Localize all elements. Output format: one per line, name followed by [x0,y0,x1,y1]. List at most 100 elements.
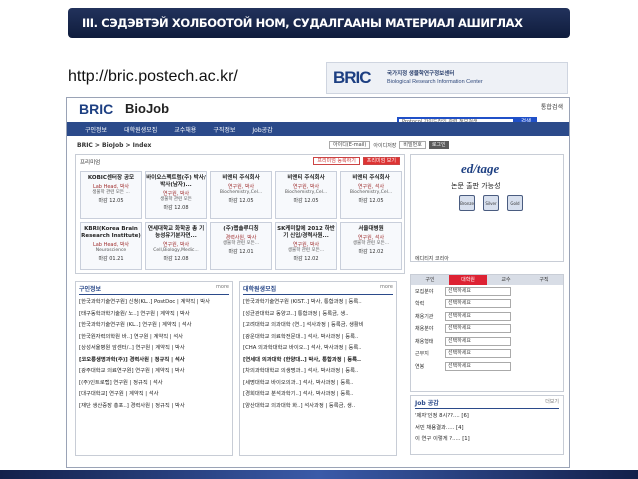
card-desc: 생물학 관련 모든... [287,248,325,253]
tab-grad[interactable]: 대학원 [449,275,487,285]
site-brand[interactable]: BRIC [79,101,113,117]
tab-seek[interactable]: 구직 [525,275,563,285]
list-item[interactable]: [광주대학교 의료연구원] 연구원 | 계약직 | 박사 [79,366,229,378]
slide-footer-bar [0,470,638,479]
card-title: 비앤티 주식회사 [222,175,260,181]
filter-row: 연봉 선택하세요 [411,360,563,373]
nav-item[interactable]: Job공감 [252,125,272,134]
banner-title: III. СЭДЭВТЭЙ ХОЛБООТОЙ НОМ, СУДАЛГААНЫ … [82,16,523,30]
save-id-checkbox[interactable]: 아이디저장 [373,142,396,149]
filter-select[interactable]: 선택하세요 [445,336,511,346]
filter-select[interactable]: 선택하세요 [445,311,511,321]
nav-item[interactable]: 교수채용 [174,125,196,134]
login-button[interactable]: 로그인 [428,141,449,149]
list-item[interactable]: [경희대학교 분석과학기..] 석사, 박사과정 | 등록.. [243,389,393,401]
card-deadline: 마감 12.08 [163,205,189,211]
filter-row: 모집분야 선택하세요 [411,285,563,298]
list-item[interactable]: [CHA 의과학대학교 바이오..] 석사, 박사과정 | 등록.. [243,343,393,355]
register-premium-button[interactable]: 프리미엄 등록하기 [313,157,360,165]
job-card[interactable]: KBRI(Korea Brain Research Institute) Lab … [80,222,142,270]
filter-row: 채용기관 선택하세요 [411,310,563,323]
edtage-tagline: 논문 출판 가능성 [451,182,501,190]
filter-label: 모집분야 [415,288,434,295]
job-card[interactable]: SK케미칼에 2012 하반기 신입/경력사원... 연구원, 박사 생물학 관련 … [275,222,337,270]
list-item[interactable]: [한국과학기술연구원] 신청(KL..] PostDoc | 계약직 | 박사 [79,297,229,309]
card-title: 비앤티 주식회사 [352,175,390,181]
list-title[interactable]: 구인정보 [79,284,101,293]
card-desc: Biochemistry,Cel... [284,190,328,195]
panel-title: 프리미엄 [80,160,101,166]
list-item[interactable]: [한국과학기술연구원 (KL..] 연구원 | 계약직 | 석사 [79,320,229,332]
card-desc: 생물학 관련 모든... [222,241,260,246]
view-premium-button[interactable]: 프리미엄 보기 [362,157,400,165]
logo-mark: BRIC [333,68,372,87]
card-title: 비앤티 주식회사 [287,175,325,181]
job-card[interactable]: 비앤티 주식회사 연구원, 석사 Biochemistry,Cel... 마감 12.… [340,171,402,219]
job-card[interactable]: 연세대학교 화학공 총 기능성유기분자연... 연구원, 박사 Cell,Biolo… [145,222,207,270]
list-item[interactable]: [(주)인트로랩] 연구원 | 정규직 | 석사 [79,378,229,390]
nav-item[interactable]: 구인정보 [85,125,107,134]
password-field[interactable]: 비밀번호 [399,141,426,149]
nav-item[interactable]: 대학원생모집 [124,125,157,134]
list-item[interactable]: [한국원자력의학원 바..] 연구원 | 계약직 | 석사 [79,332,229,344]
tab-prof[interactable]: 교수 [487,275,525,285]
website-screenshot: BRIC BioJob 통합검색 Protocol 가이드라인 관련 정보검색 … [66,97,570,468]
job-card[interactable]: 바이오스펙트럼(주) 박사/박사(남자)... 연구원, 박사 생물학 관련 모든 마… [145,171,207,219]
list-item[interactable]: [차의과학대학교 의생명과..] 석사, 박사과정 | 등록.. [243,366,393,378]
card-deadline: 마감 01.21 [98,256,124,262]
job-card[interactable]: 비앤티 주식회사 연구원, 박사 Biochemistry,Cel... 마감 12.… [275,171,337,219]
logo-text: 국가지정 생물학연구정보센터 Biological Research Infor… [387,70,483,86]
list-item[interactable]: [한국과학기술연구원 (KIST..] 박사, 통합과정 | 등록.. [243,297,393,309]
list-item[interactable]: [연세대 의과대학 (한양대..] 박사, 통합과정 | 등록.. [243,355,393,367]
list-item[interactable]: [광운대학교 의료학전문대..] 석사, 박사과정 | 등록.. [243,332,393,344]
card-title: 연세대학교 화학공 총 기능성유기분자연... [147,226,205,239]
panel-buttons: 프리미엄 등록하기 프리미엄 보기 [313,157,400,165]
card-deadline: 마감 12.05 [358,198,384,204]
list-title[interactable]: 대학원생모집 [243,284,276,293]
top-links[interactable]: 통합검색 [541,102,563,111]
job-card[interactable]: KOBIC센터장 공모 Lab Head, 박사 생물학 관련 모든 ... 마감 1… [80,171,142,219]
filter-select[interactable]: 선택하세요 [445,286,511,296]
filter-label: 채용기관 [415,313,434,320]
card-deadline: 마감 12.05 [98,198,124,204]
job-card[interactable]: 비앤티 주식회사 연구원, 박사 Biochemistry,Cel... 마감 12.… [210,171,272,219]
more-link[interactable]: 더보기 [545,398,559,407]
premium-panel: 프리미엄 프리미엄 등록하기 프리미엄 보기 KOBIC센터장 공모 Lab He… [75,154,405,274]
list-item[interactable]: [태구동학과학기술원/ 노..] 연구원 | 계약직 | 박사 [79,309,229,321]
nav-item[interactable]: 구직정보 [213,125,235,134]
job-card[interactable]: 서울대병원 연구원, 석사 생물학 관련 모든... 마감 12.02 [340,222,402,270]
filter-row: 근무지 선택하세요 [411,348,563,361]
filter-row: 채용형태 선택하세요 [411,335,563,348]
filter-select[interactable]: 선택하세요 [445,299,511,309]
filter-tabs: 구인 대학원 교수 구직 [411,275,563,285]
site-title[interactable]: BioJob [125,101,169,116]
card-desc: Biochemistry,Cel... [219,190,263,195]
filter-select[interactable]: 선택하세요 [445,349,511,359]
card-desc: 생물학 관련 모든... [352,241,390,246]
filter-select[interactable]: 선택하세요 [445,324,511,334]
tab-job[interactable]: 구인 [411,275,449,285]
filter-select[interactable]: 선택하세요 [445,361,511,371]
list-header: 대학원생모집 more [243,284,393,295]
id-field[interactable]: 아이디(E-mail) [329,141,371,149]
filter-label: 채용형태 [415,338,434,345]
list-item[interactable]: [코오롱생명과학(주)] 경력사원 | 정규직 | 석사 [79,355,229,367]
main-nav: 구인정보 대학원생모집 교수채용 구직정보 Job공감 [67,122,569,136]
list-item[interactable]: [대구대학교] 연구원 | 계약직 | 석사 [79,389,229,401]
list-title[interactable]: Job 공감 [415,398,439,407]
list-item[interactable]: 이 연구 이렇게 ?..... [1] [415,434,559,446]
list-item[interactable]: [양산대학교 의과대학 화..] 석사과정 | 등록금, 생.. [243,401,393,413]
edtage-ad[interactable]: ed/tage 논문 출판 가능성 Bronze Silver Gold 에디티… [410,154,564,262]
more-link[interactable]: more [216,284,229,293]
list-item[interactable]: 서민 채용결과..... [4] [415,423,559,435]
list-item[interactable]: [고려대학교 의과대학 (연..] 석사과정 | 등록금, 생활비 [243,320,393,332]
list-item[interactable]: [상성서울병원 암센터/..] 연구원 | 계약직 | 박사 [79,343,229,355]
job-card[interactable]: (주)랩솔루디칭 경력사원, 박사 생물학 관련 모든... 마감 12.01 [210,222,272,270]
filter-panel: 구인 대학원 교수 구직 모집분야 선택하세요 학력 선택하세요 채용기관 선택하세요… [410,274,564,392]
list-item[interactable]: '제자'인정 8시??.... [6] [415,411,559,423]
more-link[interactable]: more [380,284,393,293]
list-item[interactable]: [세명대학교 바이오의과..] 석사, 박사과정 | 등록.. [243,378,393,390]
list-item[interactable]: [성균관대학교 동양고..] 통합과정 | 등록금, 생.. [243,309,393,321]
list-item[interactable]: [재단 생산증장 총포..] 경력사원 | 정규직 | 박사 [79,401,229,413]
logo-korean: 국가지정 생물학연구정보센터 [387,71,455,77]
